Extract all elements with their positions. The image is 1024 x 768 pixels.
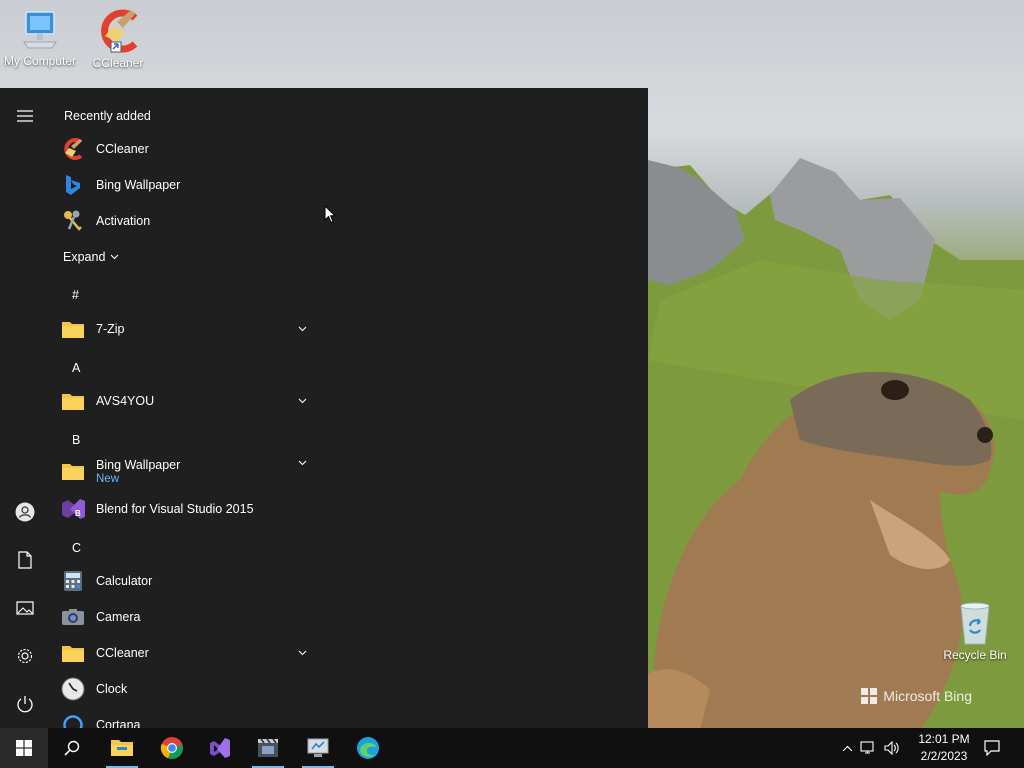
start-button[interactable] [0,728,48,768]
new-badge: New [96,472,120,485]
gear-icon [17,648,33,664]
blend-icon: B [60,496,86,522]
app-camera[interactable]: Camera [60,600,310,634]
recent-item-ccleaner[interactable]: CCleaner [60,132,310,166]
app-clock[interactable]: Clock [60,672,310,706]
group-letter-a[interactable]: A [72,361,80,375]
search-icon [64,740,80,756]
taskbar-system-app[interactable] [294,728,342,768]
folder-icon [60,388,86,414]
app-folder-bing-wallpaper[interactable]: Bing Wallpaper New [60,448,310,494]
calculator-icon [60,568,86,594]
network-icon [860,741,874,754]
desktop-icon-my-computer[interactable]: My Computer [0,8,80,68]
app-folder-ccleaner[interactable]: CCleaner [60,636,310,670]
group-letter-b[interactable]: B [72,433,80,447]
film-clapper-icon [258,738,278,757]
user-icon [15,502,35,522]
folder-icon [60,316,86,342]
start-menu-expand-button[interactable] [0,94,50,138]
edge-icon [357,737,379,759]
taskbar-edge[interactable] [344,728,392,768]
marmot-image [640,371,995,728]
group-letter-c[interactable]: C [72,541,81,555]
documents-button[interactable] [0,538,50,582]
chevron-down-icon [294,650,310,656]
ccleaner-icon [101,9,138,53]
group-letter-hash[interactable]: # [72,288,79,302]
action-center-button[interactable] [974,728,1010,768]
volume-button[interactable] [880,741,904,755]
start-left-rail [0,88,50,728]
recent-item-bing-wallpaper[interactable]: Bing Wallpaper [60,168,310,202]
pictures-button[interactable] [0,586,50,630]
chevron-up-icon [842,745,852,751]
search-button[interactable] [48,728,96,768]
speaker-icon [884,741,899,755]
clock-time: 12:01 PM [918,732,970,746]
file-explorer-icon [111,740,133,756]
desktop-icon-recycle-bin[interactable]: Recycle Bin [935,600,1015,662]
folder-icon [60,640,86,666]
app-cortana[interactable]: Cortana [60,708,310,728]
all-apps-list[interactable]: Recently added CCleaner Bing Wallpaper A… [50,88,310,728]
taskbar-chrome[interactable] [148,728,196,768]
chevron-down-icon [111,254,119,260]
keys-icon [60,208,86,234]
recently-added-heading: Recently added [64,109,151,123]
start-menu: Recently added CCleaner Bing Wallpaper A… [0,88,648,728]
windows-logo-icon [16,740,32,756]
power-icon [17,696,33,713]
app-folder-7zip[interactable]: 7-Zip [60,312,310,346]
app-folder-avs4you[interactable]: AVS4YOU [60,384,310,418]
document-icon [18,551,32,569]
camera-icon [60,604,86,630]
mouse-cursor-icon [324,205,336,224]
taskbar: 12:01 PM 2/2/2023 [0,728,1024,768]
clock-icon [60,676,86,702]
bing-watermark: Microsoft Bing [861,688,972,704]
power-button[interactable] [0,682,50,726]
visual-studio-icon [210,738,230,758]
chevron-down-icon [294,460,310,466]
bing-icon [60,172,86,198]
expand-recent-button[interactable]: Expand [63,250,119,264]
chevron-down-icon [294,398,310,404]
notification-icon [984,740,1000,756]
monitor-icon [307,738,329,757]
network-button[interactable] [856,741,880,755]
system-tray [838,728,904,768]
desktop-icon-ccleaner[interactable]: CCleaner [78,8,158,70]
app-calculator[interactable]: Calculator [60,564,310,598]
account-button[interactable] [0,490,50,534]
clock-date: 2/2/2023 [920,749,968,763]
svg-text:B: B [75,509,81,518]
show-hidden-icons-button[interactable] [838,745,856,752]
taskbar-file-explorer[interactable] [98,728,146,768]
recent-item-activation[interactable]: Activation [60,204,310,238]
app-label: Bing Wallpaper New [96,458,294,485]
app-blend-visual-studio[interactable]: B Blend for Visual Studio 2015 [60,492,310,526]
recycle-bin-icon [960,602,990,645]
ccleaner-icon [60,136,86,162]
folder-icon [60,458,86,484]
taskbar-visual-studio[interactable] [196,728,244,768]
computer-icon [23,11,57,49]
taskbar-video-editor[interactable] [244,728,292,768]
chevron-down-icon [294,326,310,332]
chrome-icon [160,737,183,759]
cortana-icon [60,712,86,728]
hamburger-icon [17,110,33,122]
taskbar-clock[interactable]: 12:01 PM 2/2/2023 [914,731,974,765]
pictures-icon [16,601,34,615]
settings-button[interactable] [0,634,50,678]
bing-logo-icon [861,688,878,704]
